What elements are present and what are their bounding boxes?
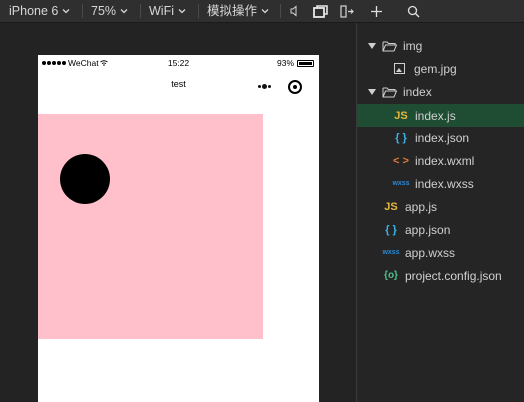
tree-label: gem.jpg	[414, 61, 457, 76]
config-file-icon: {o}	[384, 270, 398, 281]
zoom-label: 75%	[91, 4, 117, 18]
json-file-icon: { }	[385, 223, 397, 236]
tree-label: app.json	[405, 222, 451, 237]
chevron-down-icon	[178, 9, 186, 14]
expand-arrow-icon	[368, 42, 376, 49]
tree-label: index.wxml	[415, 153, 475, 168]
network-label: WiFi	[149, 4, 174, 18]
chevron-down-icon	[261, 9, 269, 14]
tree-file-project-config[interactable]: {o} project.config.json	[357, 264, 524, 287]
tree-file-app-json[interactable]: { } app.json	[357, 218, 524, 241]
js-file-icon: JS	[394, 109, 408, 122]
search-button[interactable]	[407, 0, 420, 22]
toolbar-divider	[198, 4, 199, 18]
wxss-file-icon: wxss	[392, 180, 410, 187]
tree-label: project.config.json	[405, 268, 502, 283]
tree-label: index	[403, 84, 432, 99]
zoom-select[interactable]: 75%	[91, 0, 128, 22]
add-icon	[371, 5, 382, 17]
tree-label: app.js	[405, 199, 438, 214]
page-title: test	[171, 79, 186, 89]
nav-bar: test	[38, 70, 319, 102]
exit-icon	[340, 4, 354, 18]
tree-file-index-json[interactable]: { } index.json	[357, 126, 524, 149]
tree-label: index.json	[415, 130, 470, 145]
add-button[interactable]	[370, 0, 383, 22]
battery-percent: 93%	[276, 58, 294, 68]
canvas-area	[38, 114, 263, 339]
window-icon	[313, 4, 328, 18]
toolbar-divider	[280, 4, 281, 18]
chevron-down-icon	[62, 9, 70, 14]
toolbar-divider	[140, 4, 141, 18]
folder-open-icon	[382, 87, 397, 97]
phone-screen: WeChat 15:22 93% test	[38, 55, 319, 402]
tree-label: img	[403, 38, 423, 53]
speaker-icon	[290, 5, 297, 17]
simulate-label: 模拟操作	[207, 4, 258, 18]
search-icon	[407, 5, 420, 17]
file-tree: img gem.jpg index JS index.js { } index.…	[357, 23, 524, 402]
status-bar: WeChat 15:22 93%	[38, 55, 319, 70]
tree-label: app.wxss	[405, 245, 456, 260]
tree-file-index-js[interactable]: JS index.js	[357, 104, 524, 127]
wxss-file-icon: wxss	[382, 249, 400, 256]
exit-button[interactable]	[340, 0, 354, 22]
device-select[interactable]: iPhone 6	[9, 0, 70, 22]
ball	[60, 154, 110, 204]
simulate-select[interactable]: 模拟操作	[207, 0, 269, 22]
json-file-icon: { }	[395, 131, 407, 144]
folder-open-icon	[382, 41, 397, 51]
tree-label: index.wxss	[415, 176, 474, 191]
toolbar: iPhone 6 75% WiFi 模拟操作	[0, 0, 524, 23]
tree-file-index-wxss[interactable]: wxss index.wxss	[357, 172, 524, 195]
tree-file-gem[interactable]: gem.jpg	[357, 57, 524, 80]
window-button[interactable]	[313, 0, 328, 22]
more-menu-icon[interactable]	[258, 84, 271, 89]
tree-label: index.js	[415, 108, 456, 123]
network-select[interactable]: WiFi	[149, 0, 186, 22]
speaker-button[interactable]	[290, 0, 300, 22]
toolbar-divider	[82, 4, 83, 18]
tree-folder-img[interactable]: img	[357, 34, 524, 57]
tree-file-app-js[interactable]: JS app.js	[357, 195, 524, 218]
tree-file-index-wxml[interactable]: < > index.wxml	[357, 149, 524, 172]
tree-folder-index[interactable]: index	[357, 80, 524, 103]
js-file-icon: JS	[384, 200, 398, 213]
device-label: iPhone 6	[9, 4, 59, 18]
chevron-down-icon	[120, 9, 128, 14]
wxml-file-icon: < >	[393, 154, 409, 167]
devtools-window: iPhone 6 75% WiFi 模拟操作 WeChat 15:22 93% …	[0, 0, 524, 402]
battery-icon	[297, 59, 314, 67]
capsule-close-icon[interactable]	[288, 80, 302, 94]
tree-file-app-wxss[interactable]: wxss app.wxss	[357, 241, 524, 264]
expand-arrow-icon	[368, 88, 376, 95]
image-file-icon	[394, 63, 405, 74]
